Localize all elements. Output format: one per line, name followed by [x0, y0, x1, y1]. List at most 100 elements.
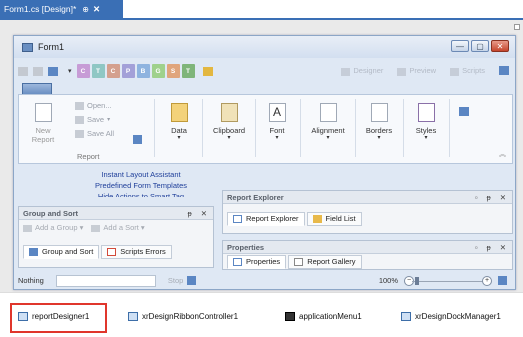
group-separator	[255, 99, 256, 157]
save-all-label: Save All	[87, 129, 115, 138]
customize-dropdown-icon[interactable]: ▾	[68, 67, 72, 75]
alignment-button[interactable]: Alignment ▾	[306, 103, 350, 141]
stop-button[interactable]: Stop	[168, 276, 183, 285]
clipboard-button[interactable]: Clipboard ▾	[209, 103, 249, 141]
group-sort-toolbar: Add a Group ▾ Add a Sort ▾	[19, 220, 213, 235]
field-list-icon	[312, 214, 322, 223]
component-label: xrDesignDockManager1	[415, 312, 501, 321]
ribbon-options-icon[interactable]	[459, 107, 469, 116]
component-report-designer[interactable]: reportDesigner1	[18, 312, 89, 321]
properties-title: Properties	[227, 242, 265, 252]
designer-surface: Form1 — ▢ ✕ ▾ CTCPBGST Designer Preview …	[0, 20, 523, 292]
zoom-thumb[interactable]	[415, 276, 420, 285]
tab-field-list[interactable]: Field List	[306, 211, 362, 226]
font-label: Font	[269, 126, 285, 135]
data-label: Data	[171, 126, 187, 135]
zoom-in-icon[interactable]: +	[482, 275, 492, 286]
redo-icon[interactable]	[33, 66, 43, 76]
status-smart-tag-icon[interactable]	[187, 276, 197, 285]
borders-button[interactable]: Borders ▾	[361, 103, 397, 141]
close-panel-icon[interactable]: ✕	[500, 243, 506, 252]
ribbon: New Report Open... Save ▾ Save All Report…	[18, 94, 513, 164]
form-window[interactable]: Form1 — ▢ ✕ ▾ CTCPBGST Designer Preview …	[13, 35, 516, 290]
category-tab[interactable]: C	[106, 64, 120, 78]
pin-panel-icon[interactable]: ᵽ	[487, 243, 491, 252]
component-ribbon-controller[interactable]: xrDesignRibbonController1	[128, 312, 238, 321]
category-tab[interactable]: T	[181, 64, 195, 78]
application-menu-icon	[285, 312, 295, 321]
minimize-button[interactable]: —	[451, 40, 469, 52]
group-separator	[449, 99, 450, 157]
status-options-icon[interactable]	[498, 276, 507, 285]
properties-tabs: Properties Report Gallery	[223, 254, 512, 269]
form-title-bar[interactable]: Form1 — ▢ ✕	[14, 36, 515, 58]
add-group-button[interactable]: Add a Group ▾	[23, 223, 83, 232]
form-icon	[22, 42, 33, 52]
close-tab-icon[interactable]: ✕	[93, 4, 100, 15]
tab-preview[interactable]: Preview	[397, 66, 437, 76]
add-sort-button[interactable]: Add a Sort ▾	[91, 223, 145, 232]
tab-report-gallery[interactable]: Report Gallery	[288, 254, 362, 269]
scripts-errors-icon	[107, 247, 117, 256]
report-explorer-title: Report Explorer	[227, 192, 284, 202]
styles-button[interactable]: Styles ▾	[409, 103, 443, 141]
save-all-button[interactable]: Save All	[75, 129, 114, 138]
float-panel-icon[interactable]: ▫	[475, 193, 478, 202]
component-application-menu[interactable]: applicationMenu1	[285, 312, 362, 321]
pin-panel-icon[interactable]: ᵽ	[487, 193, 491, 202]
undo-icon[interactable]	[18, 66, 28, 76]
smart-tag-icon[interactable]	[48, 66, 58, 76]
close-panel-icon[interactable]: ✕	[500, 193, 506, 202]
alignment-icon	[319, 103, 337, 122]
component-dock-manager[interactable]: xrDesignDockManager1	[401, 312, 501, 321]
status-progress-field	[55, 274, 156, 287]
close-button[interactable]: ✕	[491, 40, 509, 52]
tab-scripts-errors[interactable]: Scripts Errors	[101, 244, 172, 259]
clipboard-icon	[220, 103, 238, 122]
instant-layout-assistant-link[interactable]: Instant Layout Assistant	[76, 169, 206, 180]
new-report-button[interactable]: New Report	[25, 103, 61, 144]
status-text: Nothing	[18, 276, 44, 285]
category-tab[interactable]: G	[151, 64, 165, 78]
data-button[interactable]: Data ▾	[164, 103, 194, 141]
data-icon	[170, 103, 188, 122]
tab-properties[interactable]: Properties	[227, 254, 287, 269]
dock-manager-icon	[401, 312, 411, 321]
tab-designer[interactable]: Designer	[341, 66, 383, 76]
tab-preview-label: Preview	[409, 66, 437, 76]
float-panel-icon[interactable]: ▫	[475, 243, 478, 252]
tab-report-explorer[interactable]: Report Explorer	[227, 211, 305, 226]
open-label: Open...	[87, 101, 112, 110]
tab-scripts[interactable]: Scripts	[450, 66, 485, 76]
save-button[interactable]: Save ▾	[75, 115, 110, 124]
category-tab[interactable]: S	[166, 64, 180, 78]
add-sort-label: Add a Sort	[103, 223, 139, 232]
zoom-slider[interactable]: − +	[404, 275, 492, 286]
font-button[interactable]: A Font ▾	[262, 103, 292, 141]
help-icon[interactable]	[499, 66, 509, 76]
group-separator	[403, 99, 404, 157]
close-panel-icon[interactable]: ✕	[201, 209, 207, 218]
tab-scripts-label: Scripts	[462, 66, 485, 76]
category-tab[interactable]: B	[136, 64, 150, 78]
open-button[interactable]: Open...	[75, 101, 112, 110]
ribbon-smart-tag-icon[interactable]	[133, 135, 142, 144]
resize-handle-icon[interactable]	[514, 24, 520, 30]
pin-icon[interactable]: ⊕	[82, 5, 89, 14]
collapse-ribbon-icon[interactable]: ︽	[499, 149, 506, 159]
category-tab[interactable]: P	[121, 64, 135, 78]
tab-group-sort[interactable]: Group and Sort	[23, 244, 100, 259]
maximize-button[interactable]: ▢	[471, 40, 489, 52]
group-separator	[300, 99, 301, 157]
predefined-form-templates-link[interactable]: Predefined Form Templates	[76, 180, 206, 191]
group-sort-tabs: Group and Sort Scripts Errors	[19, 243, 213, 260]
pin-panel-icon[interactable]: ᵽ	[188, 209, 192, 218]
category-tab[interactable]: C	[76, 64, 90, 78]
category-tab[interactable]: T	[91, 64, 105, 78]
hide-actions-link[interactable]: Hide Actions to Smart Tag	[76, 191, 206, 197]
tab-field-list-label: Field List	[325, 214, 356, 223]
designer-icon	[341, 67, 351, 76]
component-label: applicationMenu1	[299, 312, 362, 321]
paint-icon[interactable]	[202, 66, 213, 76]
document-tab[interactable]: Form1.cs [Design]* ⊕ ✕	[0, 0, 123, 18]
